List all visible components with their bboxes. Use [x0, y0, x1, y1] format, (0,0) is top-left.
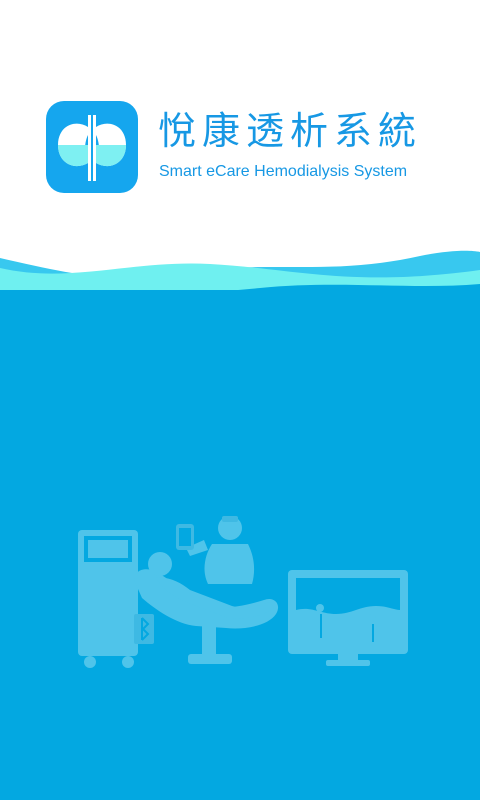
- splash-header: 悅康透析系統 Smart eCare Hemodialysis System: [0, 0, 480, 260]
- app-title-english: Smart eCare Hemodialysis System: [159, 163, 408, 180]
- hemodialysis-scene-illustration: [78, 516, 408, 668]
- app-title-chinese: 悅康透析系統: [158, 109, 423, 153]
- kidneys-logo-icon: [46, 101, 138, 193]
